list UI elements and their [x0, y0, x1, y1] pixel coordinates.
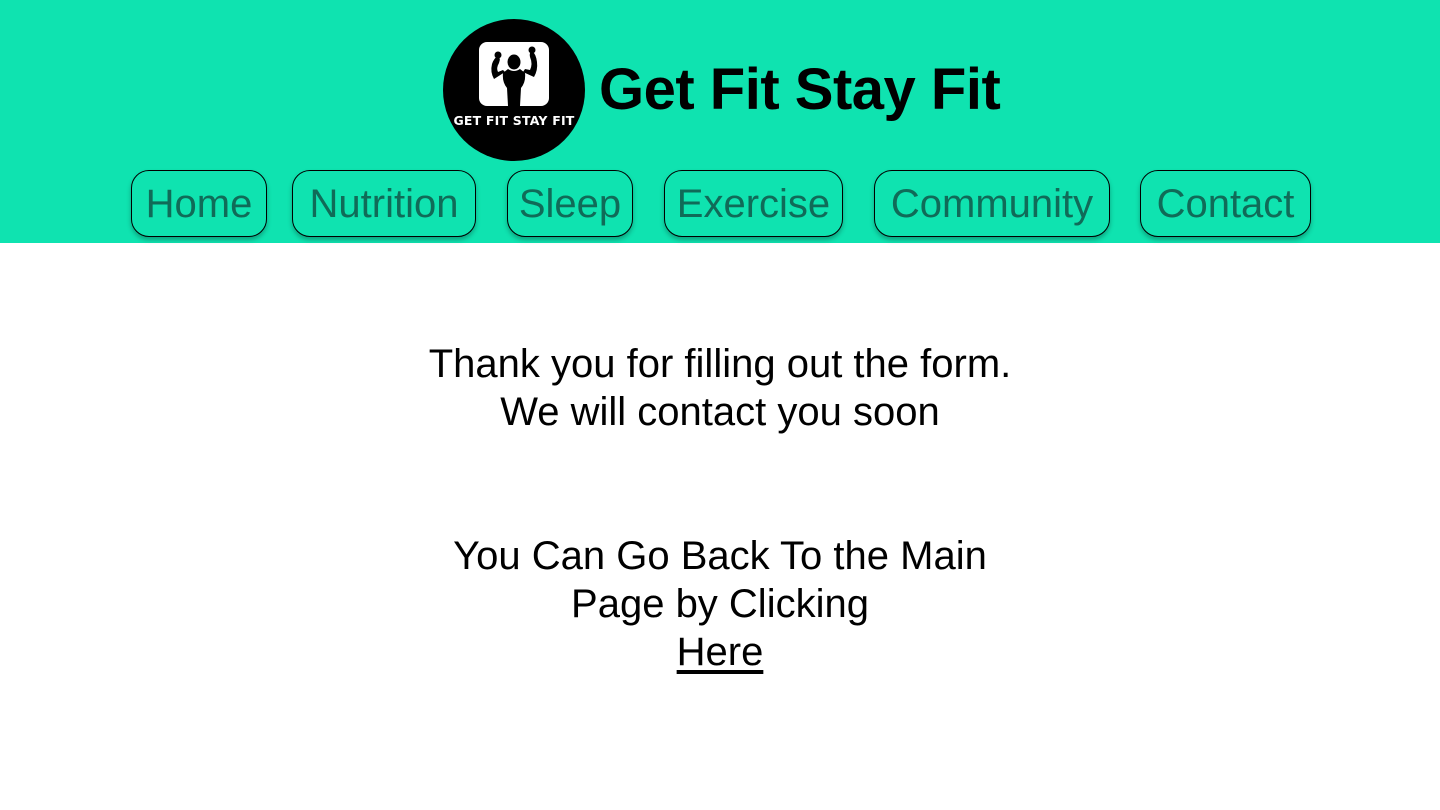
- brand: GET FIT STAY FIT Get Fit Stay Fit: [443, 19, 1001, 161]
- nav-community[interactable]: Community: [874, 170, 1110, 237]
- logo-text: GET FIT STAY FIT: [453, 113, 575, 128]
- here-link[interactable]: Here: [677, 630, 764, 674]
- nav-home[interactable]: Home: [131, 170, 267, 237]
- nav-exercise[interactable]: Exercise: [664, 170, 843, 237]
- site-title: Get Fit Stay Fit: [599, 57, 1001, 122]
- thank-you-line-1: Thank you for filling out the form.: [428, 342, 1012, 386]
- nav-nutrition[interactable]: Nutrition: [292, 170, 476, 237]
- back-line-2: Page by Clicking: [571, 582, 869, 626]
- nav-sleep[interactable]: Sleep: [507, 170, 633, 237]
- site-logo[interactable]: GET FIT STAY FIT: [443, 19, 585, 161]
- flexing-bodybuilder-icon: [479, 42, 549, 106]
- thank-you-line-2: We will contact you soon: [500, 390, 940, 434]
- thank-you-message: Thank you for filling out the form. We w…: [0, 340, 1440, 436]
- back-to-main-message: You Can Go Back To the Main Page by Clic…: [0, 532, 1440, 676]
- nav-contact[interactable]: Contact: [1140, 170, 1311, 237]
- site-header: GET FIT STAY FIT Get Fit Stay Fit Home N…: [0, 0, 1440, 243]
- back-line-1: You Can Go Back To the Main: [453, 534, 987, 578]
